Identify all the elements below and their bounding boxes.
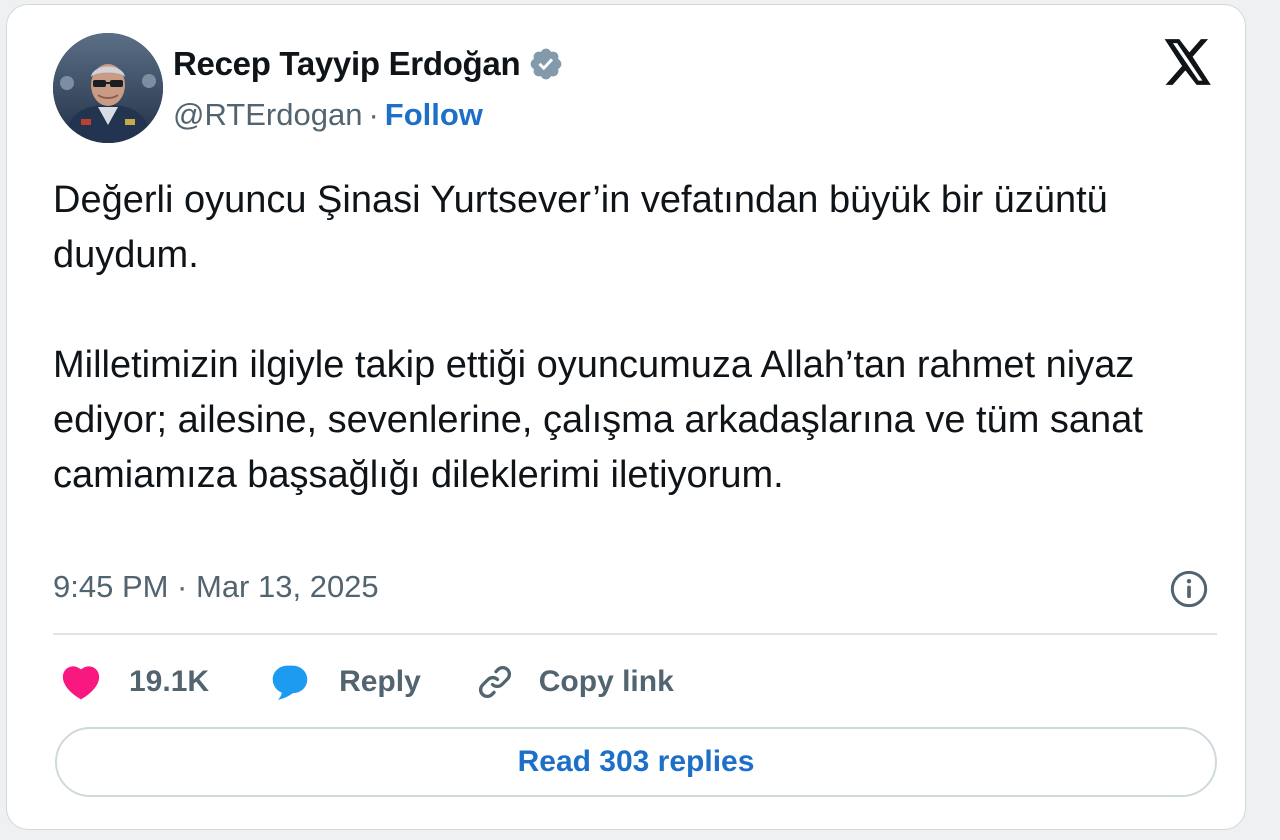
copy-link-button[interactable]: Copy link (475, 662, 674, 702)
tweet-embed-card: Recep Tayyip Erdoğan @RTErdogan · Follow… (6, 4, 1246, 830)
speech-bubble-icon (272, 665, 308, 700)
info-icon[interactable] (1169, 569, 1209, 609)
tweet-actions: 19.1K Reply Copy link (61, 657, 674, 707)
read-replies-button[interactable]: Read 303 replies (55, 727, 1217, 797)
like-button[interactable]: 19.1K (61, 664, 209, 700)
link-icon (478, 666, 511, 698)
verified-badge-icon (528, 46, 564, 82)
avatar[interactable] (53, 33, 163, 143)
tweet-paragraph: Değerli oyuncu Şinasi Yurtsever’in vefat… (53, 179, 1108, 276)
handle-separator: · (368, 97, 379, 132)
tweet-text: Değerli oyuncu Şinasi Yurtsever’in vefat… (53, 173, 1203, 503)
author-handle-row: @RTErdogan · Follow (173, 97, 483, 133)
x-logo-icon[interactable] (1163, 39, 1213, 85)
author-handle[interactable]: @RTErdogan (173, 97, 362, 133)
reply-label: Reply (339, 665, 421, 698)
avatar-photo (53, 33, 163, 143)
follow-button[interactable]: Follow (385, 97, 483, 133)
reply-button[interactable]: Reply (269, 663, 421, 701)
author-name-row: Recep Tayyip Erdoğan (173, 45, 564, 83)
heart-icon (62, 666, 100, 700)
tweet-timestamp[interactable]: 9:45 PM · Mar 13, 2025 (53, 569, 379, 605)
copy-link-label: Copy link (538, 665, 674, 698)
divider (53, 633, 1217, 635)
like-count: 19.1K (129, 665, 210, 698)
author-name[interactable]: Recep Tayyip Erdoğan (173, 45, 521, 83)
tweet-paragraph: Milletimizin ilgiyle takip ettiği oyuncu… (53, 344, 1143, 496)
